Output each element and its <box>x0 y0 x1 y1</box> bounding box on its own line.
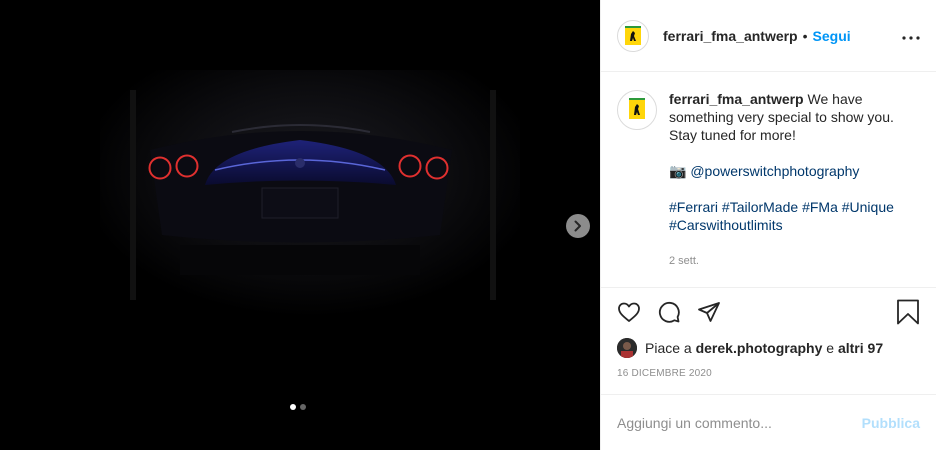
ferrari-logo-icon <box>629 98 645 119</box>
profile-avatar[interactable] <box>617 19 649 52</box>
follow-button[interactable]: Segui <box>813 28 851 44</box>
caption-time[interactable]: 2 sett. <box>669 252 909 270</box>
camera-icon: 📷 <box>669 163 687 179</box>
likes-row: Piace a derek.photography e altri 97 <box>601 336 936 360</box>
post-header: ferrari_fma_antwerp • Segui <box>601 0 936 72</box>
hashtag[interactable]: #TailorMade <box>722 199 798 215</box>
carousel-indicator <box>290 404 306 410</box>
carousel-next-button[interactable] <box>566 214 590 238</box>
post-photo <box>0 0 600 450</box>
heart-icon <box>618 302 640 322</box>
caption-credit: 📷 @powerswitchphotography <box>669 162 909 180</box>
save-button[interactable] <box>888 292 928 332</box>
more-options-button[interactable] <box>902 27 920 45</box>
post-username[interactable]: ferrari_fma_antwerp <box>663 28 798 44</box>
post-media[interactable] <box>0 0 600 450</box>
action-bar <box>601 288 936 336</box>
hashtag[interactable]: #Carswithoutlimits <box>669 217 783 233</box>
likes-others-link[interactable]: altri 97 <box>838 340 883 356</box>
caption-avatar[interactable] <box>617 90 657 130</box>
photographer-mention[interactable]: @powerswitchphotography <box>690 163 859 179</box>
comment-button[interactable] <box>649 292 689 332</box>
caption-hashtags: #Ferrari #TailorMade #FMa #Unique #Carsw… <box>669 198 909 234</box>
chevron-right-icon <box>574 220 581 232</box>
comment-input[interactable] <box>617 414 862 431</box>
share-button[interactable] <box>689 292 729 332</box>
caption-text: ferrari_fma_antwerp We have something ve… <box>669 90 909 144</box>
hashtag[interactable]: #FMa <box>802 199 838 215</box>
post-date[interactable]: 16 dicembre 2020 <box>601 360 936 394</box>
bookmark-icon <box>897 299 919 325</box>
instagram-post: ferrari_fma_antwerp • Segui ferrari_fma_… <box>0 0 936 450</box>
likes-prefix: Piace a <box>645 340 692 356</box>
caption-username[interactable]: ferrari_fma_antwerp <box>669 91 804 107</box>
caption: ferrari_fma_antwerp We have something ve… <box>617 90 920 270</box>
liker-avatar[interactable] <box>617 338 637 358</box>
carousel-dot <box>300 404 306 410</box>
hashtag[interactable]: #Unique <box>842 199 894 215</box>
comments-section: ferrari_fma_antwerp We have something ve… <box>601 72 936 288</box>
header-separator: • <box>802 27 808 44</box>
comment-composer: Pubblica <box>601 394 936 450</box>
ferrari-logo-icon <box>625 25 641 45</box>
paper-plane-icon <box>698 302 720 322</box>
publish-button[interactable]: Pubblica <box>862 415 920 431</box>
comment-bubble-icon <box>658 301 680 323</box>
caption-body: ferrari_fma_antwerp We have something ve… <box>669 90 909 270</box>
likes-middle: e <box>826 340 835 356</box>
carousel-dot-active <box>290 404 296 410</box>
post-sidebar: ferrari_fma_antwerp • Segui ferrari_fma_… <box>600 0 936 450</box>
liker-avatar-image <box>617 338 637 358</box>
more-dots-icon <box>902 35 920 40</box>
liker-username[interactable]: derek.photography <box>696 340 823 356</box>
like-button[interactable] <box>609 292 649 332</box>
hashtag[interactable]: #Ferrari <box>669 199 718 215</box>
